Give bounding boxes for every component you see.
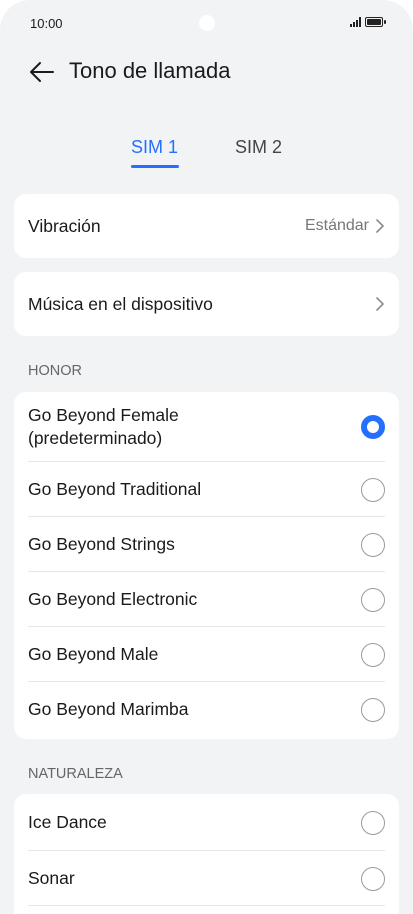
ringtone-label: Go Beyond Marimba — [28, 699, 189, 719]
tab-sim-1[interactable]: SIM 1 — [131, 137, 178, 158]
ringtone-label: Go Beyond Traditional — [28, 479, 202, 499]
ringtone-label: Go Beyond Electronic — [28, 589, 198, 609]
status-time: 10:00 — [30, 16, 63, 31]
nature-ringtone-list: Ice Dance Sonar — [14, 794, 399, 914]
radio-button[interactable] — [361, 587, 385, 612]
ringtone-label: Ice Dance — [28, 812, 107, 832]
ringtone-label: Go Beyond Female (predeterminado) — [28, 405, 179, 448]
tab-sim-2[interactable]: SIM 2 — [235, 137, 282, 158]
radio-button[interactable] — [361, 532, 385, 557]
device-music-card: Música en el dispositivo — [14, 272, 399, 336]
honor-ringtone-list: Go Beyond Female (predeterminado) Go Bey… — [14, 392, 399, 739]
radio-selected[interactable] — [361, 415, 385, 439]
radio-button[interactable] — [361, 642, 385, 667]
sim-tabs: SIM 1 SIM 2 — [0, 134, 413, 174]
section-header-honor: HONOR — [28, 363, 82, 379]
ringtone-item[interactable]: Go Beyond Male — [14, 627, 399, 682]
back-button[interactable] — [26, 56, 58, 88]
ringtone-item[interactable]: Go Beyond Electronic — [14, 572, 399, 627]
front-camera — [199, 15, 215, 31]
device-music-row[interactable]: Música en el dispositivo — [14, 272, 399, 336]
ringtone-label: Go Beyond Male — [28, 644, 159, 664]
vibration-row[interactable]: Vibración Estándar — [14, 194, 399, 258]
chevron-right-icon — [376, 297, 384, 311]
ringtone-label: Sonar — [28, 868, 75, 888]
status-icons — [350, 17, 386, 27]
ringtone-item[interactable]: Go Beyond Traditional — [14, 462, 399, 517]
radio-button[interactable] — [361, 866, 385, 891]
active-tab-indicator — [131, 165, 179, 168]
ringtone-item[interactable]: Go Beyond Marimba — [14, 682, 399, 737]
page-title: Tono de llamada — [69, 58, 231, 83]
ringtone-item[interactable]: Go Beyond Female (predeterminado) — [14, 392, 399, 462]
device-music-label: Música en el dispositivo — [28, 293, 213, 314]
section-header-nature: NATURALEZA — [28, 766, 123, 782]
battery-icon — [365, 17, 386, 27]
ringtone-screen: 10:00 Tono de llamada SIM 1 SIM 2 Vibrac… — [0, 0, 413, 914]
radio-button[interactable] — [361, 697, 385, 722]
ringtone-item[interactable]: Ice Dance — [14, 794, 399, 851]
vibration-label: Vibración — [28, 215, 101, 236]
ringtone-label: Go Beyond Strings — [28, 534, 175, 554]
vibration-value: Estándar — [304, 217, 369, 234]
arrow-left-icon — [30, 62, 54, 82]
ringtone-item[interactable]: Sonar — [14, 851, 399, 906]
header: Tono de llamada — [0, 50, 413, 94]
chevron-right-icon — [376, 219, 384, 233]
signal-icon — [350, 17, 361, 27]
radio-button[interactable] — [361, 810, 385, 835]
vibration-card: Vibración Estándar — [14, 194, 399, 258]
radio-button[interactable] — [361, 477, 385, 502]
status-bar: 10:00 — [0, 0, 413, 46]
ringtone-item[interactable]: Go Beyond Strings — [14, 517, 399, 572]
